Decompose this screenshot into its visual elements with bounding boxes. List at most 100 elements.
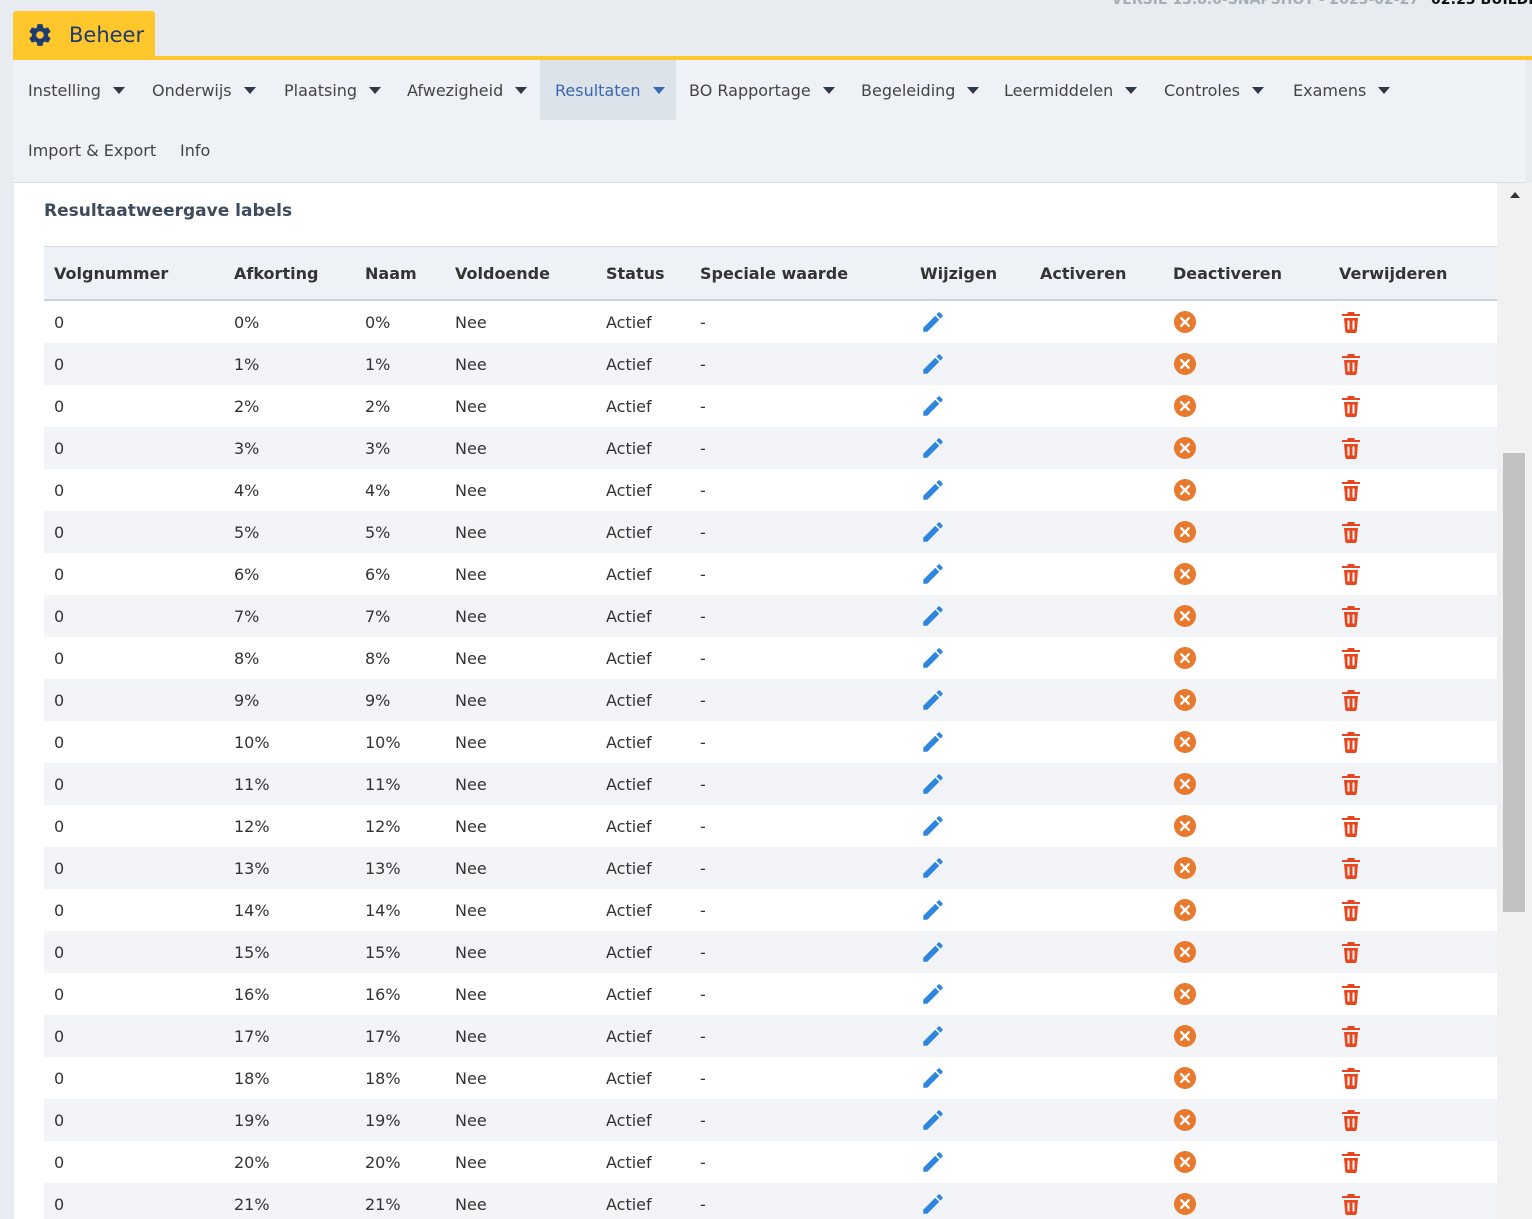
delete-button[interactable] [1329,1192,1497,1216]
deactivate-button[interactable] [1163,898,1329,922]
column-header-naam[interactable]: Naam [355,264,445,283]
edit-button[interactable] [910,519,1030,545]
status-cell: Actief [606,1152,652,1172]
nav-item-bo-rapportage[interactable]: BO Rapportage [674,60,850,120]
edit-button[interactable] [910,1191,1030,1217]
delete-button[interactable] [1329,772,1497,796]
nav-item-resultaten[interactable]: Resultaten [540,60,676,120]
column-header-voldoende[interactable]: Voldoende [445,264,596,283]
speciale-waarde-cell: - [700,1068,706,1088]
deactivate-button[interactable] [1163,436,1329,460]
delete-button[interactable] [1329,562,1497,586]
edit-button[interactable] [910,393,1030,419]
edit-button[interactable] [910,1107,1030,1133]
deactivate-button[interactable] [1163,1108,1329,1132]
deactivate-button[interactable] [1163,352,1329,376]
afkorting-cell: 14% [234,900,270,920]
deactivate-button[interactable] [1163,982,1329,1006]
build-text: 02:23 BUILDN [1431,0,1532,8]
deactivate-button[interactable] [1163,856,1329,880]
nav-item-instelling[interactable]: Instelling [13,60,140,120]
edit-button[interactable] [910,687,1030,713]
times-circle-icon [1173,730,1197,754]
edit-button[interactable] [910,1065,1030,1091]
edit-button[interactable] [910,561,1030,587]
deactivate-button[interactable] [1163,310,1329,334]
edit-button[interactable] [910,645,1030,671]
delete-button[interactable] [1329,856,1497,880]
deactivate-button[interactable] [1163,814,1329,838]
column-header-afkorting[interactable]: Afkorting [224,264,355,283]
deactivate-button[interactable] [1163,646,1329,670]
delete-button[interactable] [1329,352,1497,376]
pencil-icon [920,981,946,1007]
delete-button[interactable] [1329,898,1497,922]
edit-button[interactable] [910,309,1030,335]
edit-button[interactable] [910,855,1030,881]
edit-button[interactable] [910,1149,1030,1175]
delete-button[interactable] [1329,310,1497,334]
deactivate-button[interactable] [1163,1024,1329,1048]
nav-item-info[interactable]: Info [165,120,225,180]
delete-button[interactable] [1329,940,1497,964]
delete-button[interactable] [1329,730,1497,754]
pencil-icon [920,351,946,377]
delete-button[interactable] [1329,478,1497,502]
deactivate-button[interactable] [1163,394,1329,418]
edit-button[interactable] [910,729,1030,755]
voldoende-cell: Nee [455,690,487,710]
deactivate-button[interactable] [1163,604,1329,628]
edit-button[interactable] [910,351,1030,377]
nav-item-leermiddelen[interactable]: Leermiddelen [989,60,1152,120]
delete-button[interactable] [1329,1108,1497,1132]
column-header-volgnummer[interactable]: Volgnummer [44,264,224,283]
edit-button[interactable] [910,1023,1030,1049]
deactivate-button[interactable] [1163,688,1329,712]
edit-button[interactable] [910,771,1030,797]
deactivate-button[interactable] [1163,1066,1329,1090]
speciale-waarde-cell: - [700,1110,706,1130]
delete-button[interactable] [1329,436,1497,460]
delete-button[interactable] [1329,520,1497,544]
deactivate-button[interactable] [1163,1150,1329,1174]
edit-button[interactable] [910,603,1030,629]
delete-button[interactable] [1329,814,1497,838]
delete-button[interactable] [1329,394,1497,418]
delete-button[interactable] [1329,1066,1497,1090]
nav-label: Import & Export [28,140,157,160]
edit-button[interactable] [910,813,1030,839]
nav-item-examens[interactable]: Examens [1278,60,1405,120]
scrollbar-thumb[interactable] [1503,453,1525,912]
delete-button[interactable] [1329,1024,1497,1048]
voldoende-cell: Nee [455,1194,487,1214]
delete-button[interactable] [1329,646,1497,670]
edit-button[interactable] [910,981,1030,1007]
deactivate-button[interactable] [1163,772,1329,796]
scroll-up-arrow-icon[interactable] [1510,192,1520,198]
delete-button[interactable] [1329,688,1497,712]
delete-button[interactable] [1329,1150,1497,1174]
edit-button[interactable] [910,435,1030,461]
nav-item-begeleiding[interactable]: Begeleiding [846,60,994,120]
nav-item-afwezigheid[interactable]: Afwezigheid [392,60,542,120]
edit-button[interactable] [910,897,1030,923]
deactivate-button[interactable] [1163,520,1329,544]
deactivate-button[interactable] [1163,940,1329,964]
module-tab-beheer[interactable]: Beheer [13,11,155,58]
column-header-status[interactable]: Status [596,264,690,283]
deactivate-button[interactable] [1163,478,1329,502]
table-row: 0 9% 9% Nee Actief - [44,679,1497,721]
nav-item-plaatsing[interactable]: Plaatsing [269,60,396,120]
nav-item-controles[interactable]: Controles [1149,60,1279,120]
nav-item-import-export[interactable]: Import & Export [13,120,171,180]
version-text: VERSIE 13.8.0-SNAPSHOT - 2023-02-27 [1111,0,1420,8]
column-header-speciale-waarde[interactable]: Speciale waarde [690,264,910,283]
delete-button[interactable] [1329,982,1497,1006]
deactivate-button[interactable] [1163,562,1329,586]
nav-item-onderwijs[interactable]: Onderwijs [137,60,271,120]
deactivate-button[interactable] [1163,730,1329,754]
delete-button[interactable] [1329,604,1497,628]
edit-button[interactable] [910,939,1030,965]
edit-button[interactable] [910,477,1030,503]
deactivate-button[interactable] [1163,1192,1329,1216]
